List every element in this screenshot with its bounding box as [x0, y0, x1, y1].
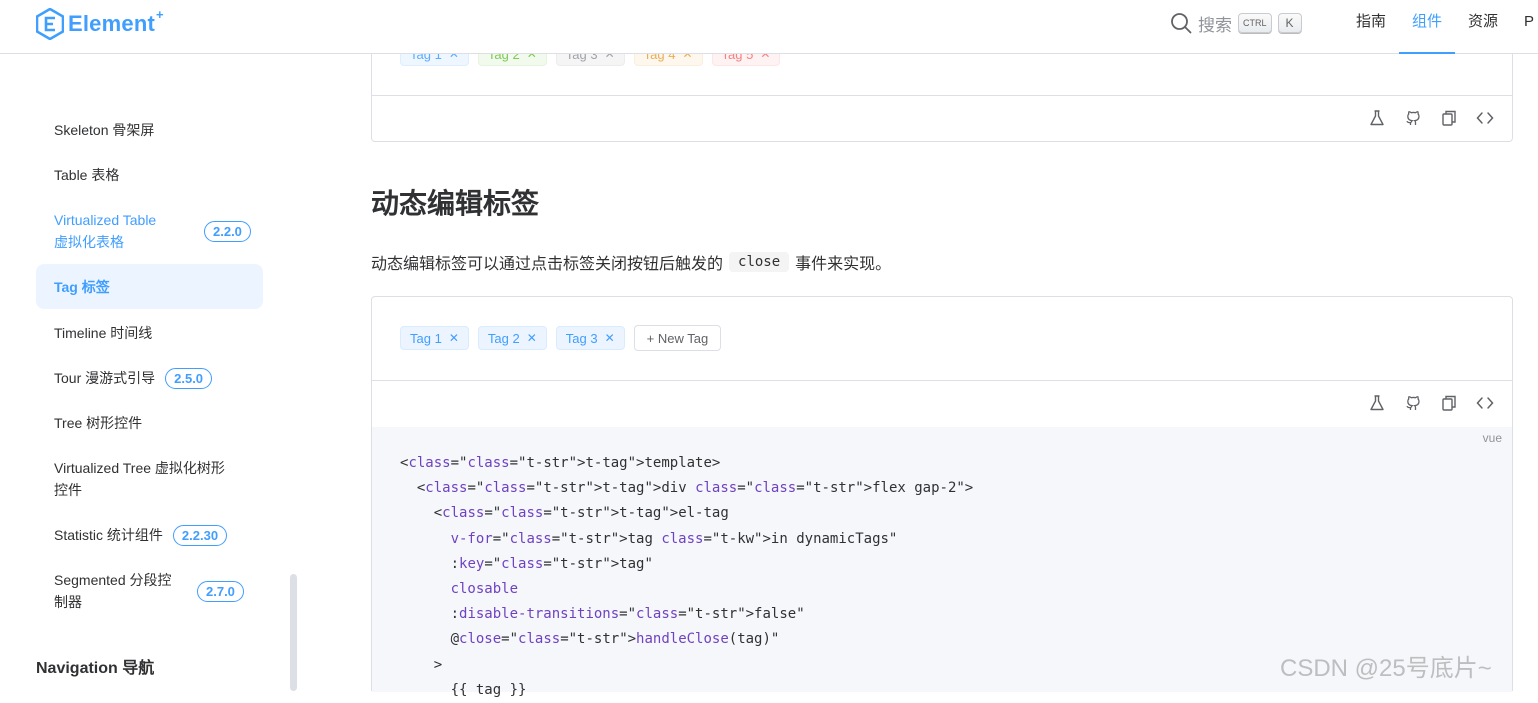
code-line: closable	[450, 581, 519, 598]
tag-item: Tag 2 ✕	[477, 326, 547, 350]
copy-icon[interactable]	[1440, 109, 1458, 127]
close-icon[interactable]: ✕	[527, 331, 537, 345]
code-line: :disable-transitions="class="t-str">fals…	[400, 606, 797, 623]
sidebar-item-virtualized-tree[interactable]: Virtualized Tree 虚拟化树形 控件	[36, 456, 263, 502]
sidebar-group-navigation: Navigation 导航	[36, 660, 155, 677]
code-line: :key="class="t-str">tag	[400, 555, 645, 572]
nav-resources[interactable]: 资源	[1468, 0, 1498, 54]
kbd-k: K	[1277, 13, 1302, 33]
tag-label: Tag 1	[410, 330, 442, 346]
sidebar-item-segmented[interactable]: Segmented 分段控 制器 2.7.0	[36, 568, 263, 614]
code-line: {{ tag }}	[400, 681, 527, 698]
sidebar-item-label: Statistic 统计组件	[54, 527, 163, 543]
code-language: vue	[1482, 431, 1502, 445]
sidebar-item-label: Table 表格	[54, 167, 120, 183]
sidebar: Skeleton 骨架屏 Table 表格 Virtualized Table …	[0, 54, 300, 691]
description-text-end: 事件来实现。	[795, 256, 892, 273]
demo-area: Tag 1 ✕ Tag 2 ✕ Tag 3 ✕ + New Tag	[372, 297, 1512, 381]
kbd-ctrl: CTRL	[1238, 13, 1272, 33]
nav-components[interactable]: 组件	[1399, 0, 1456, 54]
demo-card-dynamic-tags: Tag 1 ✕ Tag 2 ✕ Tag 3 ✕ + New Tag vue <clas…	[371, 296, 1513, 698]
section-title: 动态编辑标签	[371, 188, 540, 219]
version-badge: 2.7.0	[197, 580, 244, 602]
inline-code: close	[729, 252, 790, 272]
logo-text: Element	[68, 11, 155, 36]
version-badge: 2.2.0	[204, 220, 251, 242]
sidebar-item-label: Virtualized Tree 虚拟化树形	[54, 460, 225, 476]
search-button[interactable]: 搜索 CTRL K	[1170, 10, 1302, 36]
sidebar-item-tree[interactable]: Tree 树形控件	[36, 410, 263, 436]
top-nav: 指南 组件 资源 P	[1356, 0, 1538, 54]
sidebar-item-tour[interactable]: Tour 漫游式引导 2.5.0	[36, 365, 263, 391]
sidebar-item-label: Segmented 分段控	[54, 572, 172, 588]
code-line: <class="class="t-str">t-tag	[400, 480, 645, 497]
element-logo-icon	[36, 8, 64, 40]
sidebar-item-label: Tour 漫游式引导	[54, 370, 156, 386]
tag-label: Tag 3	[565, 330, 598, 346]
code-line: @close="class="t-str">handleClose(tag)	[400, 631, 771, 648]
sidebar-item-virtualized-table[interactable]: Virtualized Table 虚拟化表格 2.2.0	[36, 208, 263, 254]
nav-guide[interactable]: 指南	[1356, 0, 1386, 54]
sidebar-item-timeline[interactable]: Timeline 时间线	[36, 320, 263, 346]
sidebar-item-label: Tag 标签	[54, 278, 110, 295]
sidebar-scrollbar[interactable]	[290, 574, 297, 691]
copy-icon[interactable]	[1440, 394, 1458, 412]
github-icon[interactable]	[1404, 394, 1422, 412]
view-source-icon[interactable]	[1476, 109, 1494, 127]
playground-flask-icon[interactable]	[1368, 109, 1386, 127]
section-description: 动态编辑标签可以通过点击标签关闭按钮后触发的 close 事件来实现。	[371, 250, 891, 274]
sidebar-item-label-line2: 虚拟化表格	[54, 234, 124, 250]
tag-label: Tag 2	[487, 330, 520, 346]
tag-item: Tag 1 ✕	[400, 326, 469, 350]
sidebar-item-skeleton[interactable]: Skeleton 骨架屏	[36, 117, 263, 143]
sidebar-item-label: Tree 树形控件	[54, 415, 143, 431]
code-line: v-for="class="t-str">tag class="t-kw">in	[450, 530, 788, 547]
sidebar-item-label: Timeline 时间线	[54, 325, 153, 341]
sidebar-item-tag[interactable]: Tag 标签	[36, 264, 263, 309]
version-badge: 2.2.30	[172, 524, 228, 546]
sidebar-item-table[interactable]: Table 表格	[36, 162, 263, 188]
view-source-icon[interactable]	[1476, 394, 1494, 412]
new-tag-button[interactable]: + New Tag	[633, 325, 722, 351]
nav-playground[interactable]: P	[1524, 0, 1534, 54]
close-icon[interactable]: ✕	[605, 331, 615, 345]
close-icon[interactable]: ✕	[449, 331, 459, 345]
demo-toolbar	[1368, 109, 1494, 127]
sidebar-item-statistic[interactable]: Statistic 统计组件 2.2.30	[36, 522, 263, 548]
code-line: >	[400, 656, 443, 673]
top-header: Element + 搜索 CTRL K 指南 组件 资源 P	[0, 0, 1538, 54]
code-content: <class="class="t-str">t-tag">template> <…	[400, 455, 974, 698]
search-label: 搜索	[1198, 15, 1232, 35]
demo-toolbar	[1368, 394, 1494, 412]
watermark: CSDN @25号底片~	[1280, 655, 1492, 682]
sidebar-item-label-line2: 控件	[54, 482, 82, 498]
code-line: <class="class="t-str">t-tag	[400, 455, 628, 471]
playground-flask-icon[interactable]	[1368, 394, 1386, 412]
sidebar-item-label-line2: 制器	[54, 594, 82, 610]
version-badge: 2.5.0	[165, 367, 213, 389]
logo-plus: +	[155, 6, 164, 22]
sidebar-item-label: Skeleton 骨架屏	[54, 122, 155, 138]
tag-row: Tag 1 ✕ Tag 2 ✕ Tag 3 ✕ + New Tag	[400, 325, 722, 351]
description-text: 动态编辑标签可以通过点击标签关闭按钮后触发的	[371, 256, 724, 273]
search-icon	[1171, 13, 1192, 34]
github-icon[interactable]	[1404, 109, 1422, 127]
code-line: <class="class="t-str">t-tag	[400, 505, 662, 522]
logo[interactable]: Element +	[36, 6, 164, 40]
tag-item: Tag 3 ✕	[555, 326, 625, 350]
sidebar-item-label: Virtualized Table	[54, 212, 157, 228]
